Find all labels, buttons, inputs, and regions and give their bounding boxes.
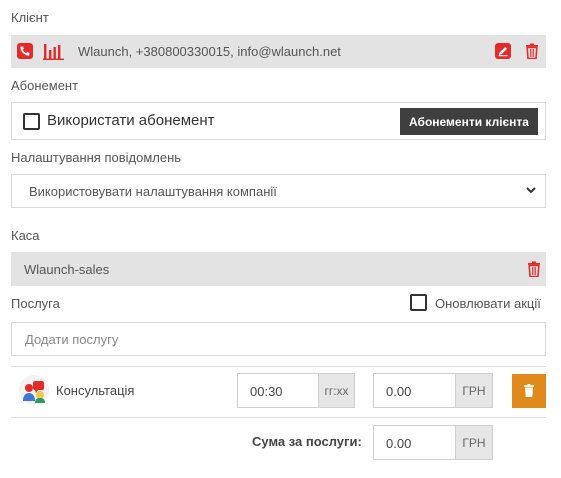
cashbox-value: Wlaunch-sales xyxy=(24,262,110,277)
chart-bars-icon[interactable] xyxy=(43,43,65,63)
trash-icon xyxy=(524,384,534,400)
client-subscriptions-button[interactable]: Абонементи клієнта xyxy=(400,108,538,135)
client-label: Клієнт xyxy=(11,10,49,25)
client-value: Wlaunch, +380800330015, info@wlaunch.net xyxy=(78,44,341,59)
service-name: Консультація xyxy=(56,383,135,398)
update-promos-label[interactable]: Оновлювати акції xyxy=(435,296,541,311)
total-currency: ГРН xyxy=(455,426,492,459)
update-promos-checkbox[interactable] xyxy=(410,294,427,311)
subscription-label: Абонемент xyxy=(11,78,79,93)
consultation-icon xyxy=(23,381,45,403)
total-field: 0.00 ГРН xyxy=(373,425,493,460)
pencil-icon[interactable] xyxy=(495,43,511,62)
total-value: 0.00 xyxy=(386,436,412,451)
use-subscription-label[interactable]: Використати абонемент xyxy=(47,112,215,129)
phone-icon[interactable] xyxy=(17,43,33,62)
total-label: Сума за послуги: xyxy=(252,434,362,449)
add-service-input[interactable] xyxy=(11,322,546,356)
price-currency: ГРН xyxy=(455,374,492,407)
notifications-label: Налаштування повідомлень xyxy=(11,150,182,165)
delete-service-button[interactable] xyxy=(512,374,546,408)
price-field[interactable]: 0.00 ГРН xyxy=(373,373,493,408)
notifications-selected-value: Використовувати налаштування компанії xyxy=(29,184,277,199)
service-avatar xyxy=(19,375,49,405)
divider xyxy=(11,417,546,418)
trash-icon[interactable] xyxy=(527,261,541,280)
service-label: Послуга xyxy=(11,296,60,311)
cashbox-label: Каса xyxy=(11,228,40,243)
subscription-box: Використати абонемент Абонементи клієнта xyxy=(11,102,546,140)
cashbox-row[interactable]: Wlaunch-sales xyxy=(11,252,546,286)
duration-value: 00:30 xyxy=(250,384,283,399)
duration-field[interactable]: 00:30 гг:хх xyxy=(237,373,355,408)
price-value: 0.00 xyxy=(386,384,412,399)
divider xyxy=(11,366,546,367)
use-subscription-checkbox[interactable] xyxy=(23,113,40,130)
notifications-select[interactable]: Використовувати налаштування компанії xyxy=(11,174,546,208)
trash-icon[interactable] xyxy=(525,43,539,62)
duration-unit: гг:хх xyxy=(318,374,354,407)
chevron-down-icon xyxy=(525,184,537,199)
client-row[interactable]: Wlaunch, +380800330015, info@wlaunch.net xyxy=(11,35,546,68)
